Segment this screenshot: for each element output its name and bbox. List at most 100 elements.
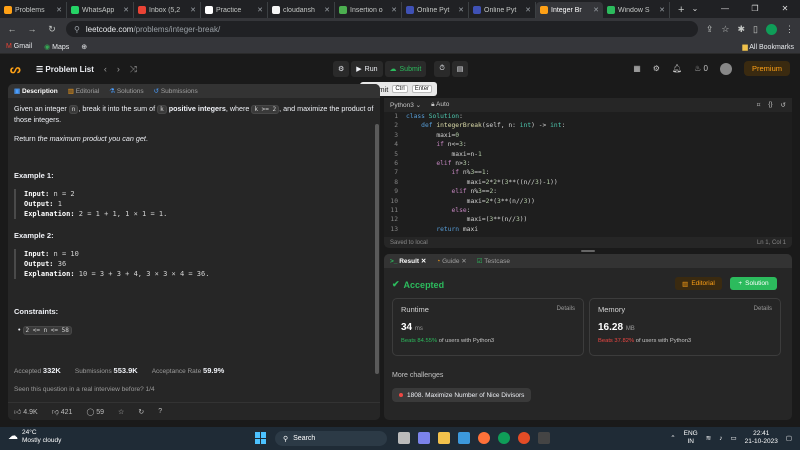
code-line[interactable]: 5 maxi=n-1 — [384, 150, 792, 159]
extensions-icon[interactable]: ✱ — [738, 24, 746, 35]
language-indicator[interactable]: ENG IN — [684, 430, 698, 446]
chrome-icon[interactable] — [498, 432, 510, 444]
code-line[interactable]: 7 if n%3==1: — [384, 168, 792, 177]
close-tab-icon[interactable]: ✕ — [56, 6, 62, 14]
tab-guide[interactable]: ◔ Guide ✕ — [436, 257, 466, 265]
debug-button[interactable]: ⚙ — [333, 61, 350, 77]
teams-icon[interactable] — [418, 432, 430, 444]
close-tab-icon[interactable]: ✕ — [391, 6, 397, 14]
close-tab-icon[interactable]: ✕ — [324, 6, 330, 14]
tab-search-icon[interactable]: ⌄ — [680, 0, 710, 18]
site-info-icon[interactable]: ⚲ — [74, 25, 80, 34]
close-tab-icon[interactable]: ✕ — [123, 6, 129, 14]
code-line[interactable]: 13 return maxi — [384, 225, 792, 234]
code-line[interactable]: 4 if n<=3: — [384, 140, 792, 149]
notes-icon[interactable]: ▤ — [451, 61, 469, 77]
layout-icon[interactable]: ▦ — [633, 64, 641, 73]
submit-button[interactable]: ☁ Submit — [384, 61, 427, 77]
memory-details-link[interactable]: Details — [754, 306, 772, 312]
problem-list-link[interactable]: ☰ Problem List — [36, 65, 94, 74]
forward-icon[interactable]: → — [26, 24, 38, 34]
shuffle-icon[interactable]: ⤨ — [130, 64, 137, 75]
help-icon[interactable]: ? — [158, 408, 162, 415]
solution-button[interactable]: + Solution — [730, 277, 777, 290]
prev-problem-icon[interactable]: ‹ — [104, 64, 107, 74]
browser-tab[interactable]: Online Pyt ✕ — [402, 2, 469, 18]
windows-start-icon[interactable] — [255, 432, 267, 444]
language-select[interactable]: Python3 ⌄ — [390, 101, 421, 109]
sidepanel-icon[interactable]: ▯ — [753, 24, 758, 35]
like-button[interactable]: 👍︎ 4.9K — [14, 407, 38, 416]
bookmark-star-icon[interactable]: ☆ — [721, 24, 729, 35]
share-icon[interactable]: ⇪ — [706, 24, 714, 35]
browser-tab[interactable]: Window S ✕ — [603, 2, 670, 18]
tab-editorial[interactable]: ▥ Editorial — [68, 87, 99, 95]
panel-resize-handle[interactable] — [384, 249, 792, 253]
code-area[interactable]: 1 class Solution: 2 def integerBreak(self,… — [384, 112, 792, 234]
tab-solutions[interactable]: ⚗ Solutions — [109, 87, 143, 95]
taskbar-search[interactable]: ⚲ Search — [275, 431, 387, 446]
refresh-icon[interactable]: ↻ — [138, 408, 144, 416]
runtime-card[interactable]: Runtime Details 34 ms Beats 84.55% of us… — [392, 298, 584, 356]
profile-avatar[interactable] — [766, 23, 777, 35]
taskview-icon[interactable] — [398, 432, 410, 444]
firefox-icon[interactable] — [478, 432, 490, 444]
browser-tab[interactable]: Problems ✕ — [0, 2, 67, 18]
all-bookmarks[interactable]: ▆ All Bookmarks — [742, 43, 794, 51]
code-line[interactable]: 1 class Solution: — [384, 112, 792, 121]
favorite-star-icon[interactable]: ☆ — [118, 408, 124, 416]
memory-card[interactable]: Memory Details 16.28 MB Beats 37.82% of … — [589, 298, 781, 356]
close-tab-icon[interactable]: ✕ — [190, 6, 196, 14]
bookmark-icon[interactable]: ⌑ — [757, 101, 760, 109]
autocomplete-mode[interactable]: 🔒︎ Auto — [431, 101, 449, 109]
code-line[interactable]: 10 maxi=2*(3**(n//3)) — [384, 197, 792, 206]
browser-tab[interactable]: Inbox (5,2 ✕ — [134, 2, 201, 18]
close-tab-icon[interactable]: ✕ — [257, 6, 263, 14]
braces-icon[interactable]: {} — [768, 101, 772, 109]
code-line[interactable]: 3 maxi=0 — [384, 131, 792, 140]
globe-icon[interactable]: ⊕ — [81, 43, 87, 51]
comments-button[interactable]: ◯ 59 — [86, 408, 104, 416]
browser-tab[interactable]: Insertion o ✕ — [335, 2, 402, 18]
user-avatar[interactable] — [719, 62, 732, 75]
challenge-chip[interactable]: 1808. Maximize Number of Nice Divisors — [392, 388, 532, 402]
code-line[interactable]: 8 maxi=2*2*(3**((n//3)-1)) — [384, 178, 792, 187]
wifi-icon[interactable]: ≋ — [706, 434, 711, 442]
tray-chevron-icon[interactable]: ⌃ — [670, 434, 675, 442]
close-tab-icon[interactable]: ✕ — [659, 6, 665, 14]
address-bar[interactable]: ⚲ leetcode.com/problems/integer-break/ — [66, 21, 698, 37]
close-tab-icon[interactable]: ✕ — [421, 258, 426, 265]
runtime-details-link[interactable]: Details — [557, 306, 575, 312]
vscode-icon[interactable] — [458, 432, 470, 444]
close-tab-icon[interactable]: ✕ — [461, 258, 466, 265]
minimize-button[interactable]: — — [710, 0, 740, 18]
reset-icon[interactable]: ↺ — [781, 101, 786, 109]
left-scrollbar[interactable] — [375, 124, 379, 374]
streak-counter[interactable]: ♨ 0 — [694, 64, 708, 73]
tab-description[interactable]: ▣ Description — [14, 87, 58, 95]
leetcode-logo-icon[interactable]: ᔕ — [10, 62, 28, 76]
clock[interactable]: 22:41 21-10-2023 — [745, 430, 778, 446]
code-line[interactable]: 12 maxi=(3**(n//3)) — [384, 215, 792, 224]
browser-tab[interactable]: Integer Br ✕ — [536, 2, 603, 18]
run-button[interactable]: ▶ Run — [351, 61, 383, 77]
close-tab-icon[interactable]: ✕ — [593, 6, 599, 14]
bookmark-maps[interactable]: ◉ Maps — [44, 43, 69, 51]
editorial-button[interactable]: ▥ Editorial — [675, 277, 722, 290]
tab-testcase[interactable]: ☑ Testcase — [477, 257, 510, 265]
settings-gear-icon[interactable]: ⚙ — [653, 64, 660, 73]
bookmark-gmail[interactable]: M Gmail — [6, 43, 32, 50]
next-problem-icon[interactable]: › — [117, 64, 120, 74]
chrome-active-icon[interactable] — [518, 432, 530, 444]
code-line[interactable]: 9 elif n%3==2: — [384, 187, 792, 196]
timer-icon[interactable]: ⏱ — [434, 61, 450, 77]
code-line[interactable]: 2 def integerBreak(self, n: int) -> int: — [384, 121, 792, 130]
tab-submissions[interactable]: ↺ Submissions — [154, 87, 198, 95]
tab-result[interactable]: >_ Result ✕ — [390, 257, 426, 265]
battery-icon[interactable]: ▭ — [730, 434, 736, 442]
code-line[interactable]: 6 elif n>3: — [384, 159, 792, 168]
back-icon[interactable]: ← — [6, 24, 18, 34]
close-window-button[interactable]: ✕ — [770, 0, 800, 18]
menu-kebab-icon[interactable]: ⋮ — [785, 24, 794, 35]
close-tab-icon[interactable]: ✕ — [525, 6, 531, 14]
